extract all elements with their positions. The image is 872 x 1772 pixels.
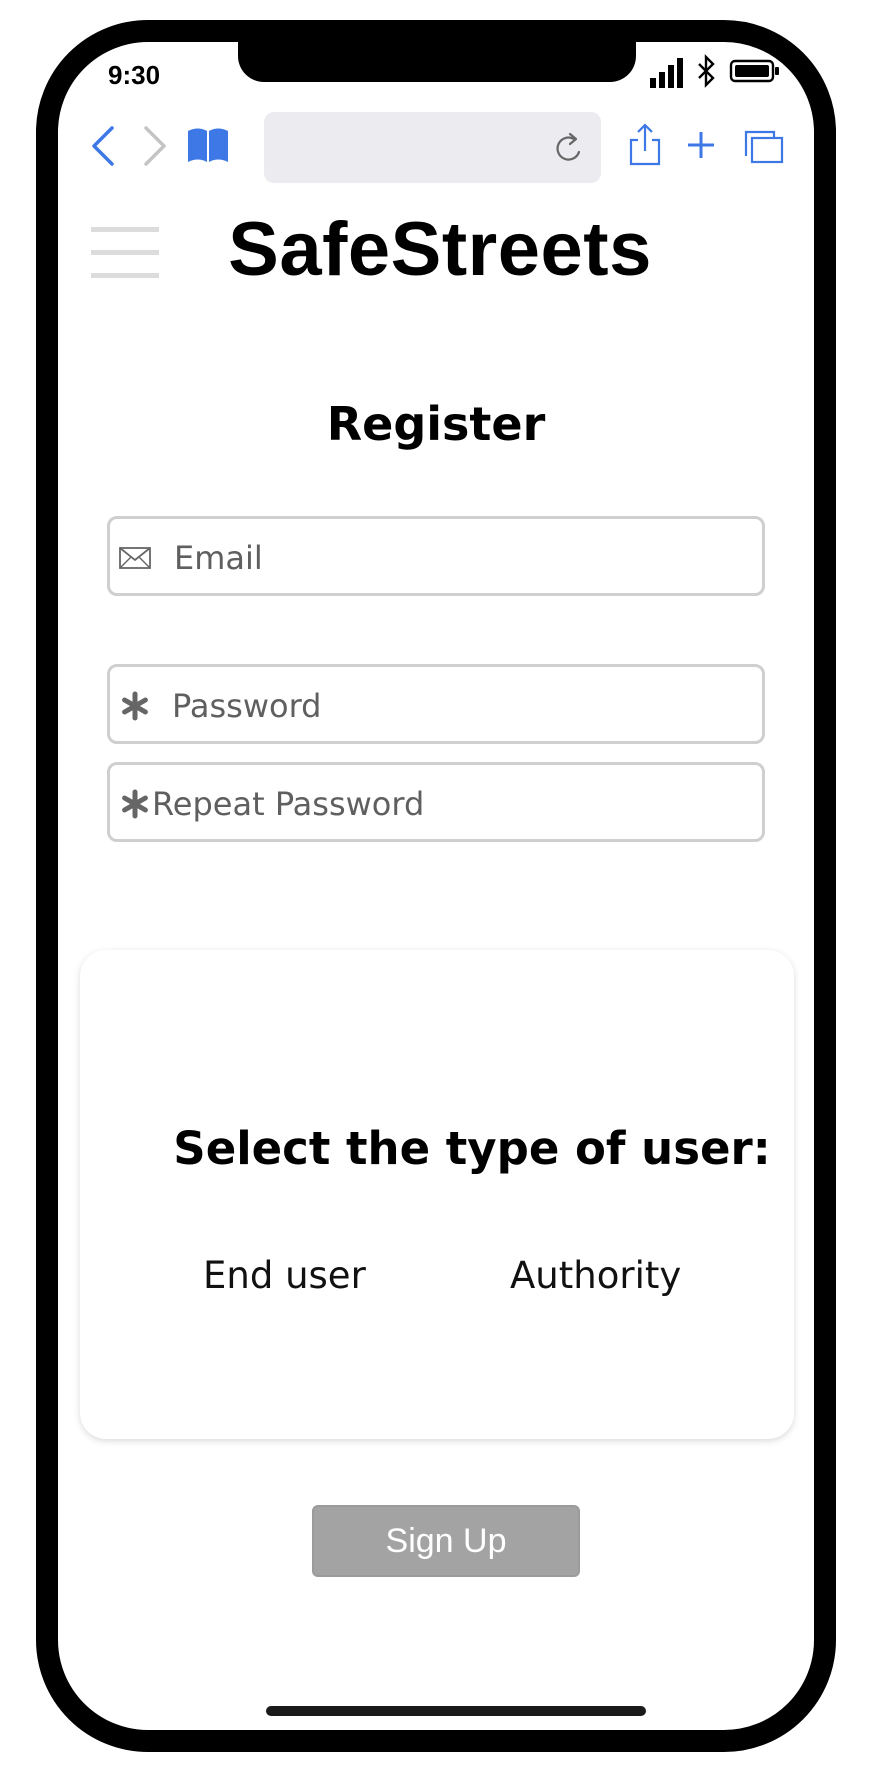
share-icon [629, 123, 661, 166]
plus-icon [688, 132, 714, 158]
repeat-password-field[interactable]: Repeat Password [107, 762, 765, 842]
tabs-icon [744, 130, 784, 164]
user-option-end-user[interactable]: End user [203, 1254, 366, 1297]
email-placeholder: Email [174, 539, 263, 577]
tabs-button[interactable] [744, 130, 784, 164]
email-field[interactable]: Email [107, 516, 765, 596]
reload-icon[interactable] [553, 131, 585, 165]
status-icons [650, 54, 779, 88]
sign-up-button[interactable]: Sign Up [312, 1505, 580, 1577]
password-field[interactable]: Password [107, 664, 765, 744]
user-option-authority[interactable]: Authority [510, 1254, 681, 1297]
url-bar[interactable] [264, 112, 601, 183]
user-type-title: Select the type of user: [173, 1122, 771, 1175]
hamburger-line [91, 273, 159, 278]
asterisk-icon [122, 691, 148, 721]
home-indicator [266, 1706, 646, 1716]
mail-icon [119, 547, 151, 569]
password-placeholder: Password [172, 687, 322, 725]
bookmarks-button[interactable] [186, 125, 230, 163]
hamburger-icon[interactable] [91, 227, 159, 278]
book-icon [188, 128, 228, 162]
share-button[interactable] [628, 122, 662, 166]
hamburger-line [91, 227, 159, 232]
app-title: SafeStreets [228, 207, 652, 292]
repeat-password-placeholder: Repeat Password [152, 785, 425, 823]
status-time: 9:30 [108, 60, 161, 90]
asterisk-icon [122, 789, 148, 819]
new-tab-button[interactable] [686, 130, 716, 160]
user-type-card: Select the type of user: End user Author… [80, 950, 794, 1439]
back-button[interactable] [88, 124, 118, 168]
forward-button[interactable] [140, 124, 170, 168]
battery-icon [729, 59, 779, 83]
hamburger-line [91, 250, 159, 255]
phone-notch [238, 30, 636, 82]
bluetooth-icon [698, 54, 715, 88]
signal-icon [650, 58, 683, 88]
register-title: Register [326, 397, 546, 451]
